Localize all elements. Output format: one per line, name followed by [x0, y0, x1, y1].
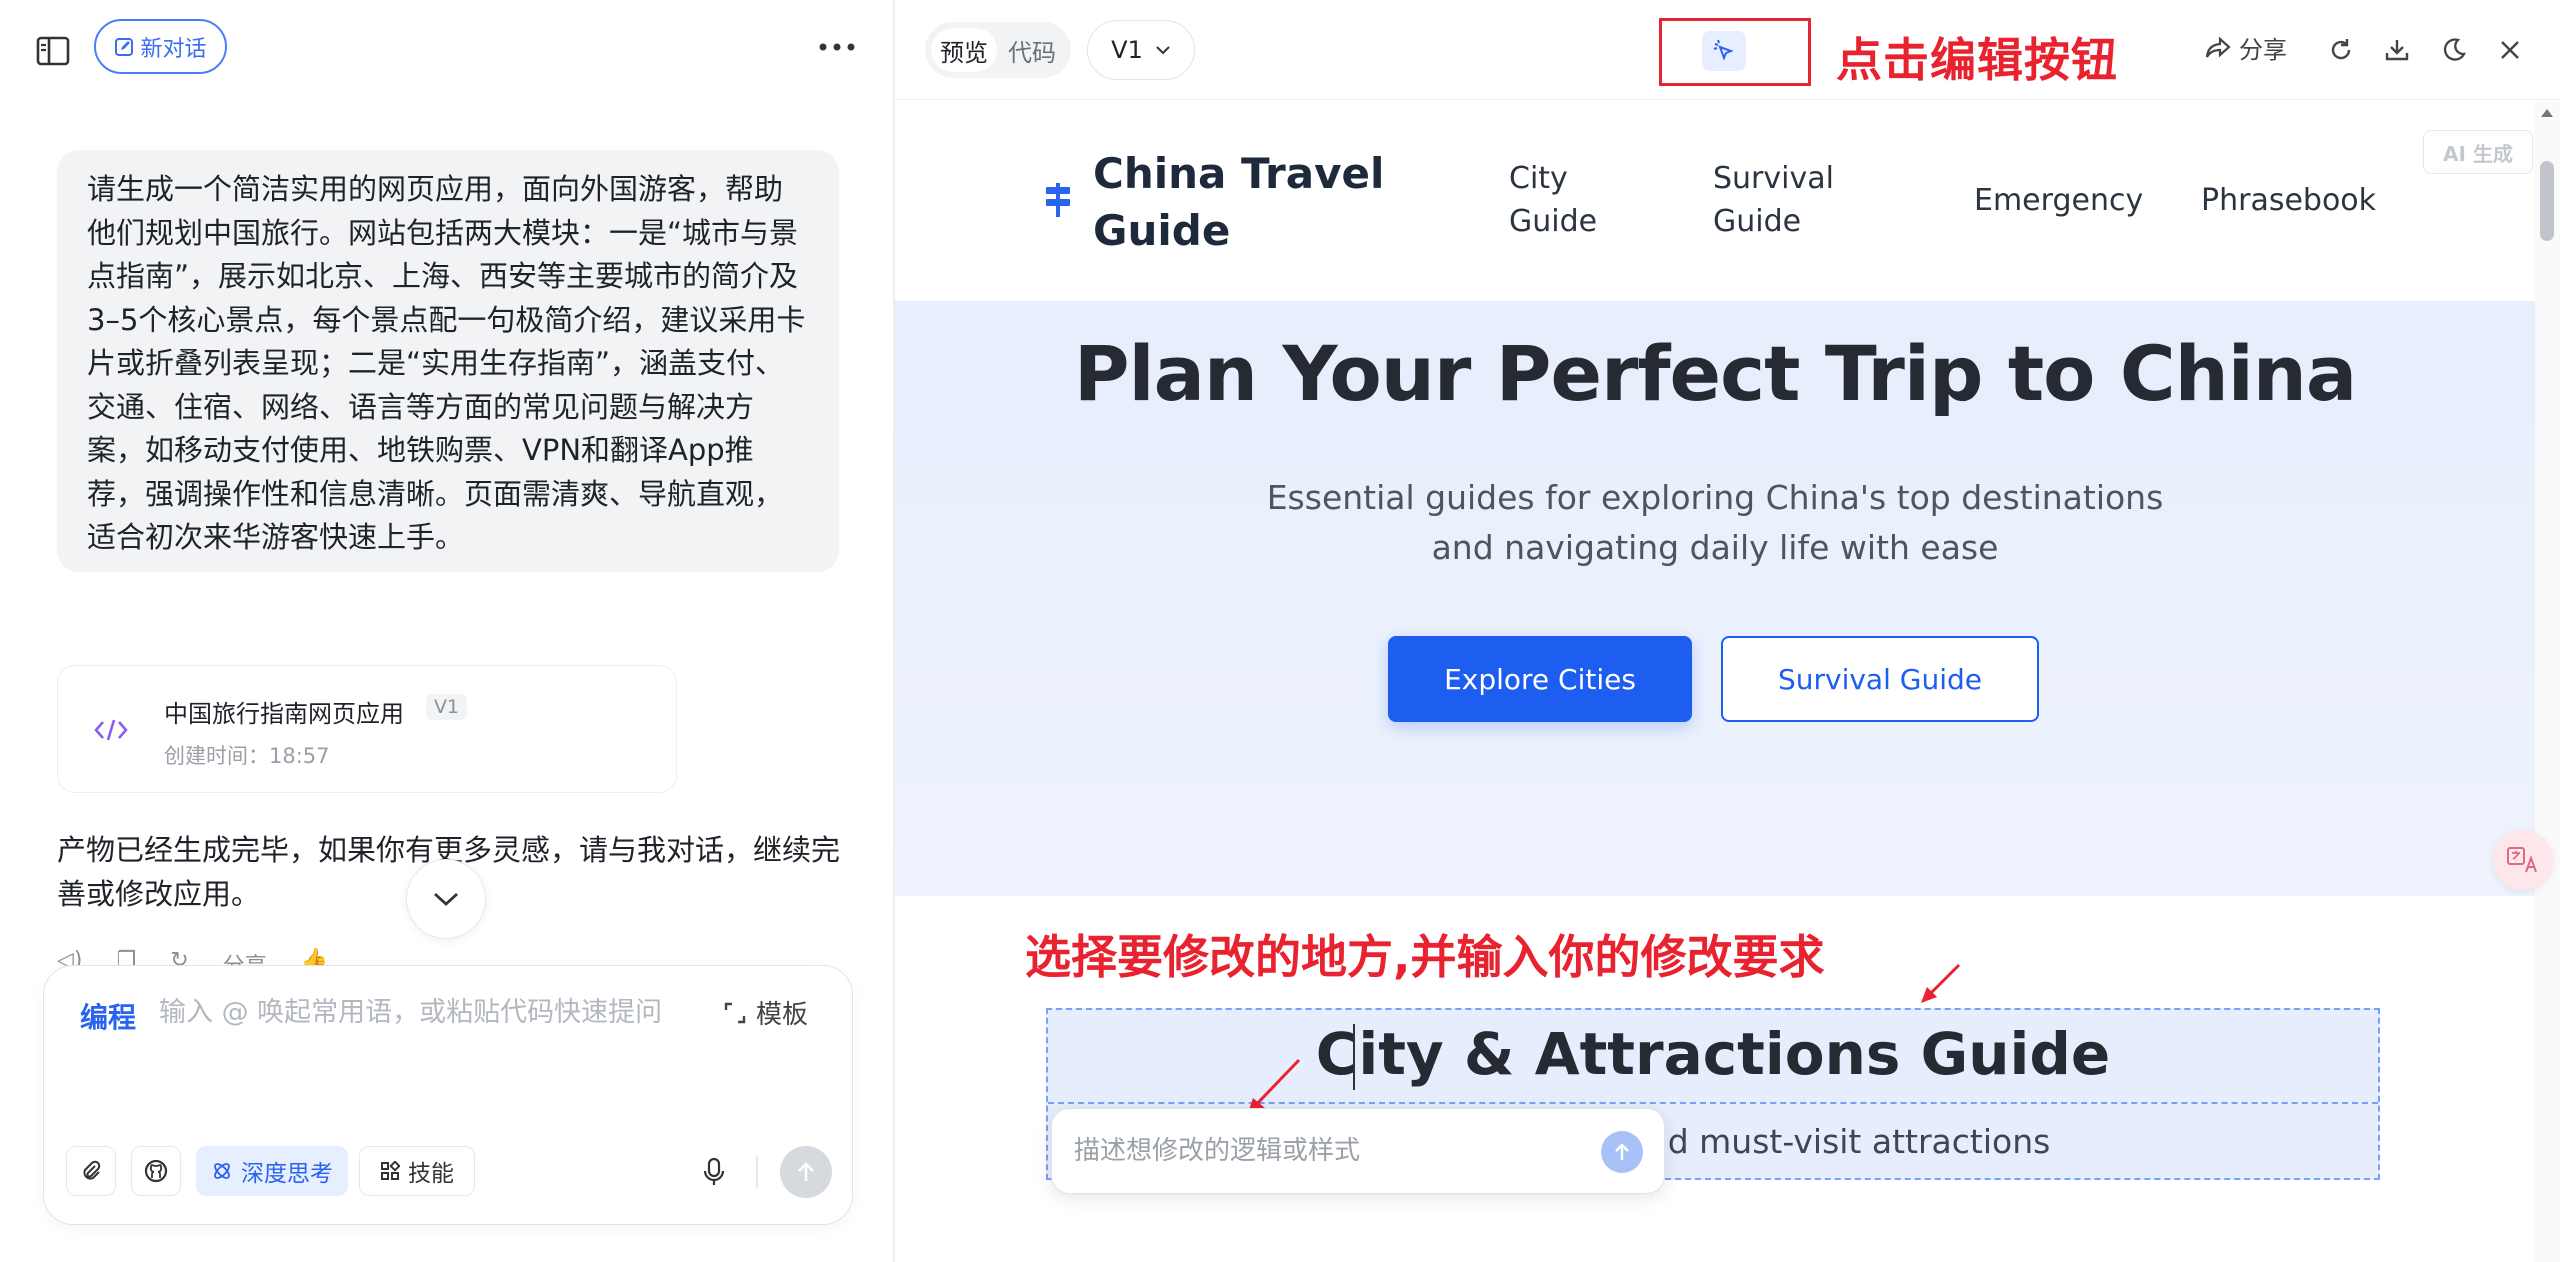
preview-toolbar: 预览 代码 V1 点击编辑按钮 分享	[895, 0, 2560, 100]
visual-edit-button[interactable]	[1702, 31, 1746, 71]
tab-code[interactable]: 代码	[999, 28, 1065, 72]
user-message: 请生成一个简洁实用的网页应用，面向外国游客，帮助他们规划中国旅行。网站包括两大模…	[57, 150, 839, 572]
view-toggle: 预览 代码	[925, 22, 1071, 78]
artifact-title: 中国旅行指南网页应用	[164, 700, 404, 728]
send-button[interactable]	[780, 1146, 832, 1198]
deep-think-toggle[interactable]: 深度思考	[196, 1146, 348, 1196]
survival-guide-button[interactable]: Survival Guide	[1721, 636, 2039, 722]
site-navbar: China Travel Guide City Guide Survival G…	[895, 101, 2535, 301]
atom-icon	[214, 1163, 230, 1179]
artifact-card[interactable]: 中国旅行指南网页应用 V1 创建时间：18:57	[57, 665, 677, 793]
moon-icon[interactable]	[2432, 28, 2476, 72]
new-chat-button[interactable]: 新对话	[94, 19, 227, 74]
nav-survival-guide[interactable]: Survival Guide	[1713, 157, 1853, 243]
annotation-select-label: 选择要修改的地方,并输入你的修改要求	[1025, 930, 1825, 984]
hero-subtitle: Essential guides for exploring China's t…	[1266, 478, 2164, 567]
microphone-icon[interactable]	[692, 1150, 736, 1194]
chevron-down-icon	[1156, 46, 1170, 55]
website-preview: China Travel Guide City Guide Survival G…	[895, 101, 2535, 1262]
artifact-created-time: 创建时间：18:57	[164, 744, 330, 768]
scrollbar-thumb[interactable]	[2540, 161, 2554, 241]
share-button[interactable]: 分享	[2205, 30, 2287, 65]
version-value: V1	[1111, 36, 1143, 64]
template-button[interactable]: 模板	[724, 994, 808, 1031]
template-label: 模板	[756, 1000, 809, 1030]
attach-button[interactable]	[66, 1146, 116, 1196]
expand-icon	[724, 1002, 746, 1023]
grid-icon	[381, 1161, 400, 1180]
sidebar-toggle-icon[interactable]	[30, 28, 76, 74]
github-button[interactable]	[131, 1146, 181, 1196]
arrow-up-icon	[798, 1162, 814, 1181]
new-chat-label: 新对话	[140, 36, 207, 62]
download-icon[interactable]	[2375, 28, 2419, 72]
hero-section: Plan Your Perfect Trip to China Essentia…	[895, 301, 2535, 896]
mode-label[interactable]: 编程	[80, 996, 136, 1036]
text-caret	[1353, 1024, 1355, 1090]
edit-icon	[115, 37, 134, 56]
edit-instruction-input[interactable]	[1074, 1131, 1574, 1171]
preview-panel: 预览 代码 V1 点击编辑按钮 分享 China Travel Guide Ci…	[895, 0, 2560, 1262]
version-badge: V1	[426, 694, 468, 720]
nav-city-guide[interactable]: City Guide	[1509, 157, 1609, 243]
site-title[interactable]: China Travel Guide	[1093, 145, 1393, 259]
more-menu-icon[interactable]	[810, 24, 864, 70]
chevron-down-icon	[434, 892, 458, 906]
nav-phrasebook[interactable]: Phrasebook	[2201, 179, 2376, 222]
share-label: 分享	[2239, 36, 2287, 64]
scroll-down-button[interactable]	[406, 859, 486, 939]
signpost-icon	[1043, 179, 1073, 219]
hero-title: Plan Your Perfect Trip to China	[1073, 329, 2357, 418]
scroll-up-arrow-icon[interactable]	[2541, 109, 2553, 117]
paperclip-icon	[83, 1160, 101, 1180]
chat-panel: 新对话 请生成一个简洁实用的网页应用，面向外国游客，帮助他们规划中国旅行。网站包…	[0, 0, 893, 1262]
chat-input[interactable]	[159, 992, 739, 1032]
composer-divider	[756, 1156, 758, 1188]
code-icon	[88, 707, 134, 753]
ai-generated-badge: AI 生成	[2423, 130, 2533, 174]
annotation-arrow	[1921, 963, 1961, 1003]
refresh-icon[interactable]	[2319, 28, 2363, 72]
arrow-up-icon	[1615, 1143, 1629, 1160]
version-select[interactable]: V1	[1087, 20, 1195, 80]
edit-submit-button[interactable]	[1601, 1131, 1643, 1173]
close-icon[interactable]	[2488, 28, 2532, 72]
preview-scrollbar[interactable]	[2535, 101, 2560, 1262]
github-icon	[144, 1159, 168, 1183]
skills-label: 技能	[408, 1161, 454, 1187]
nav-emergency[interactable]: Emergency	[1974, 179, 2143, 222]
explore-cities-button[interactable]: Explore Cities	[1388, 636, 1692, 722]
edit-instruction-popover	[1051, 1108, 1665, 1194]
translate-icon[interactable]	[2493, 830, 2553, 890]
skills-button[interactable]: 技能	[359, 1146, 475, 1196]
cursor-click-icon	[1713, 39, 1734, 61]
deep-think-label: 深度思考	[241, 1161, 333, 1187]
tab-preview[interactable]: 预览	[931, 28, 997, 72]
chat-composer: 编程 模板 深度思考 技能	[43, 965, 853, 1225]
annotation-edit-label: 点击编辑按钮	[1836, 33, 2118, 87]
share-icon	[2205, 36, 2231, 58]
